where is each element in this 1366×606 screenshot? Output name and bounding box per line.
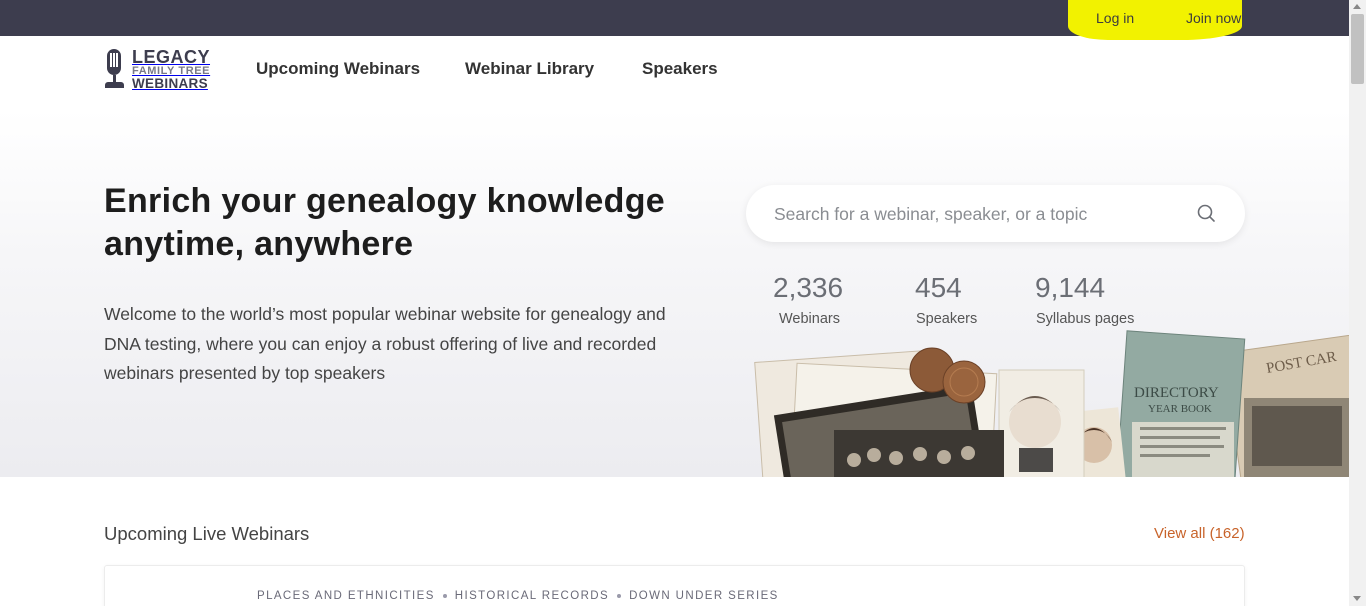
nav-webinar-library[interactable]: Webinar Library: [465, 59, 594, 79]
tag-separator: [617, 594, 622, 598]
tag-down-under-series[interactable]: DOWN UNDER SERIES: [629, 590, 779, 602]
search-icon[interactable]: [1196, 203, 1216, 223]
logo-line-3: WEBINARS: [132, 75, 208, 91]
join-now-link[interactable]: Join now: [1186, 10, 1241, 26]
login-link[interactable]: Log in: [1096, 10, 1134, 26]
nav-upcoming-webinars[interactable]: Upcoming Webinars: [256, 59, 420, 79]
search-input[interactable]: [774, 199, 1184, 229]
scroll-thumb[interactable]: [1351, 14, 1364, 84]
section-title-upcoming: Upcoming Live Webinars: [104, 523, 310, 544]
logo-line-1: LEGACY: [132, 46, 211, 67]
stat-webinars-label: Webinars: [779, 311, 840, 327]
stat-speakers-count: 454: [915, 272, 962, 303]
tag-historical-records[interactable]: HISTORICAL RECORDS: [455, 590, 609, 602]
stat-webinars-count: 2,336: [773, 272, 844, 303]
logo-wordmark: LEGACY FAMILY TREE WEBINARS: [132, 48, 210, 91]
scroll-down-icon[interactable]: [1353, 596, 1361, 601]
tag-places-ethnicities[interactable]: PLACES AND ETHNICITIES: [257, 590, 435, 602]
page-scrollbar[interactable]: [1349, 0, 1366, 606]
webinar-tags: PLACES AND ETHNICITIES HISTORICAL RECORD…: [257, 590, 779, 602]
genealogy-photo-collage: POST CAR DIRECTORY YEAR BOOK: [754, 330, 1349, 477]
search-box[interactable]: [746, 185, 1245, 242]
hero-title: Enrich your genealogy knowledge anytime,…: [104, 182, 665, 263]
book-subtitle-text: YEAR BOOK: [1148, 403, 1212, 415]
stat-speakers-label: Speakers: [916, 311, 978, 327]
view-all-link[interactable]: View all (162): [1154, 525, 1245, 542]
site-logo[interactable]: LEGACY FAMILY TREE WEBINARS: [104, 48, 216, 90]
stat-syllabus-count: 9,144: [1035, 272, 1106, 303]
book-title-text: DIRECTORY: [1134, 385, 1219, 401]
nav-speakers[interactable]: Speakers: [642, 59, 718, 79]
hero-description: Welcome to the world’s most popular webi…: [104, 304, 666, 383]
microphone-icon: [104, 49, 126, 89]
stat-syllabus-label: Syllabus pages: [1036, 311, 1135, 327]
tag-separator: [442, 594, 447, 598]
scroll-up-icon[interactable]: [1353, 4, 1361, 9]
